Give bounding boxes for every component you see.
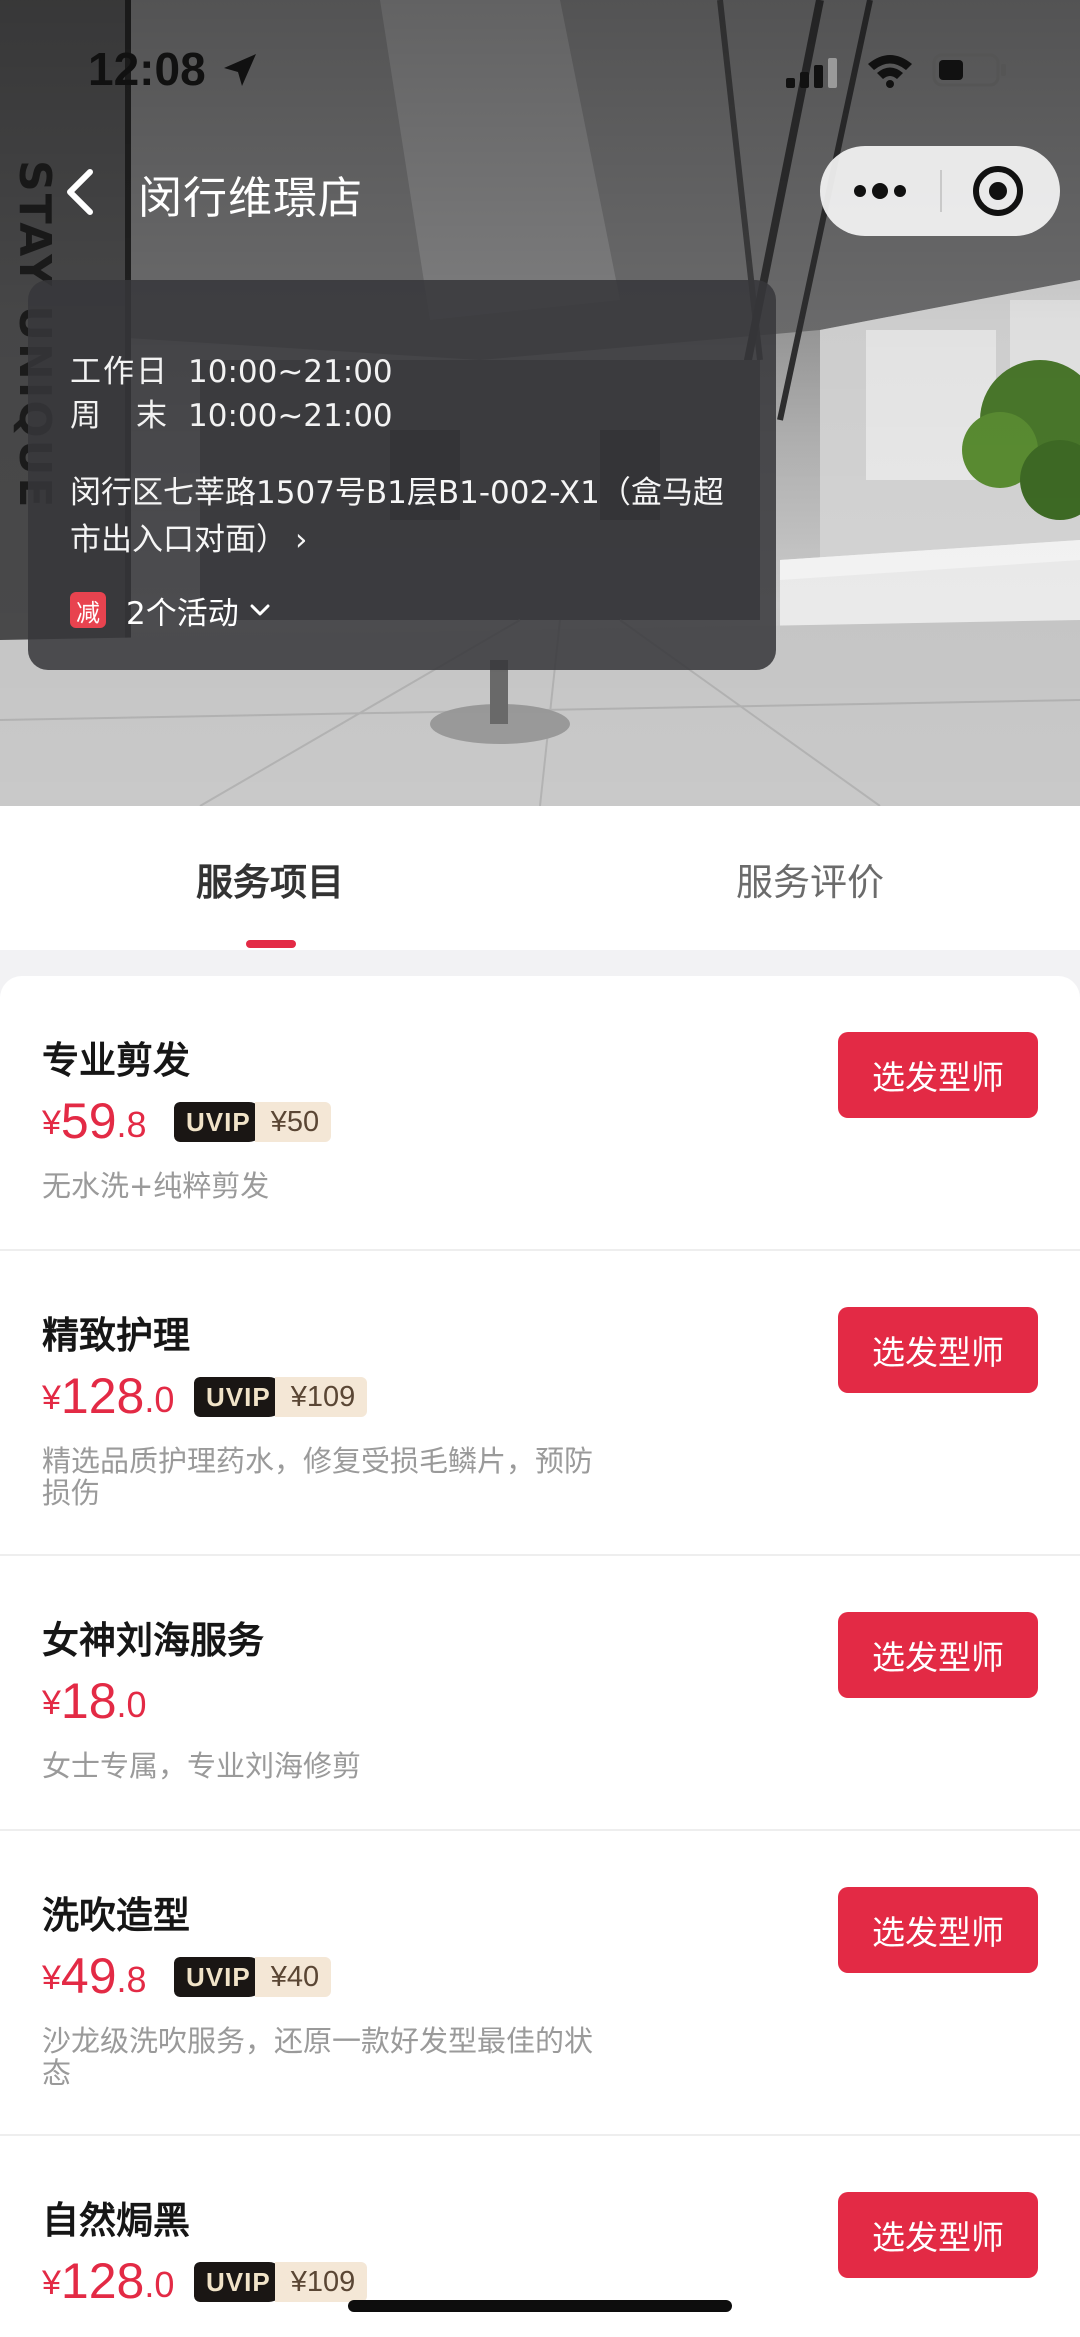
- uvip-tag: UVIP: [174, 1102, 263, 1142]
- service-name: 精致护理: [42, 1314, 190, 1357]
- chevron-right-icon: ›: [295, 522, 308, 558]
- service-price: ¥49.8: [42, 1948, 147, 2004]
- select-stylist-button[interactable]: 选发型师: [838, 2192, 1038, 2278]
- service-description: 沙龙级洗吹服务，还原一款好发型最佳的状态: [42, 2024, 594, 2090]
- service-item: 洗吹造型 ¥49.8 UVIP ¥40 沙龙级洗吹服务，还原一款好发型最佳的状态…: [0, 1831, 1080, 2136]
- promotions-count: 2个活动: [126, 595, 239, 632]
- home-indicator: [348, 2300, 732, 2312]
- more-dots-icon[interactable]: [820, 146, 940, 236]
- chevron-down-icon: [250, 604, 270, 616]
- hours-label: 工作日: [70, 354, 169, 390]
- target-close-icon[interactable]: [942, 146, 1060, 236]
- hours-weekday: 工作日 10:00~21:00: [70, 346, 393, 391]
- vip-price: ¥109: [274, 1377, 368, 1417]
- promotions-toggle[interactable]: 减 2个活动: [70, 588, 271, 632]
- select-stylist-button[interactable]: 选发型师: [838, 1612, 1038, 1698]
- active-tab-indicator: [246, 940, 296, 948]
- service-name: 专业剪发: [42, 1039, 190, 1082]
- hours-label: 末: [136, 398, 167, 434]
- service-price: ¥128.0: [42, 1368, 175, 1424]
- service-list: 专业剪发 ¥59.8 UVIP ¥50 无水洗+纯粹剪发 选发型师 精致护理 ¥…: [0, 976, 1080, 2337]
- service-name: 自然焗黑: [42, 2199, 190, 2242]
- cellular-signal-icon: [786, 58, 837, 88]
- hours-time: 10:00~21:00: [188, 398, 393, 434]
- tab-services[interactable]: 服务项目: [70, 852, 470, 906]
- store-info-card: 工作日 10:00~21:00 周末 10:00~21:00 闵行区七莘路1507号…: [28, 280, 776, 670]
- battery-icon: [932, 53, 1006, 87]
- select-stylist-button[interactable]: 选发型师: [838, 1032, 1038, 1118]
- page-title: 闵行维璟店: [138, 173, 363, 224]
- service-item: 精致护理 ¥128.0 UVIP ¥109 精选品质护理药水，修复受损毛鳞片，预…: [0, 1251, 1080, 1556]
- store-address-link[interactable]: 闵行区七莘路1507号B1层B1-002-X1（盒马超市出入口对面） ›: [70, 470, 750, 564]
- service-description: 无水洗+纯粹剪发: [42, 1169, 270, 1203]
- uvip-tag: UVIP: [174, 1957, 263, 1997]
- service-price: ¥59.8: [42, 1093, 147, 1149]
- service-description: 精选品质护理药水，修复受损毛鳞片，预防损伤: [42, 1444, 594, 1510]
- select-stylist-button[interactable]: 选发型师: [838, 1307, 1038, 1393]
- tab-reviews[interactable]: 服务评价: [610, 852, 1010, 906]
- status-time: 12:08: [88, 43, 206, 95]
- status-bar: 12:08: [0, 0, 1080, 140]
- hours-label: 周: [70, 398, 101, 434]
- hours-weekend: 周末 10:00~21:00: [70, 390, 393, 435]
- vip-price: ¥40: [254, 1957, 332, 1997]
- service-item: 女神刘海服务 ¥18.0 女士专属，专业刘海修剪 选发型师: [0, 1556, 1080, 1831]
- vip-price-badge: UVIP ¥109: [194, 2262, 368, 2302]
- back-button[interactable]: [52, 162, 112, 222]
- select-stylist-button[interactable]: 选发型师: [838, 1887, 1038, 1973]
- service-price: ¥128.0: [42, 2253, 175, 2309]
- service-name: 洗吹造型: [42, 1894, 190, 1937]
- location-arrow-icon: [224, 54, 256, 86]
- tab-bar: 服务项目 服务评价: [0, 806, 1080, 950]
- miniapp-capsule: [820, 146, 1060, 236]
- hours-time: 10:00~21:00: [188, 354, 393, 390]
- service-price: ¥18.0: [42, 1673, 147, 1729]
- service-item: 专业剪发 ¥59.8 UVIP ¥50 无水洗+纯粹剪发 选发型师: [0, 976, 1080, 1251]
- store-address: 闵行区七莘路1507号B1层B1-002-X1（盒马超市出入口对面）: [70, 475, 724, 558]
- wifi-icon: [868, 55, 912, 88]
- uvip-tag: UVIP: [194, 2262, 283, 2302]
- vip-price: ¥50: [254, 1102, 332, 1142]
- discount-badge: 减: [70, 592, 106, 628]
- service-description: 女士专属，专业刘海修剪: [42, 1749, 362, 1783]
- vip-price-badge: UVIP ¥109: [194, 1377, 368, 1417]
- uvip-tag: UVIP: [194, 1377, 283, 1417]
- service-name: 女神刘海服务: [42, 1619, 264, 1662]
- vip-price-badge: UVIP ¥50: [174, 1102, 332, 1142]
- vip-price-badge: UVIP ¥40: [174, 1957, 332, 1997]
- vip-price: ¥109: [274, 2262, 368, 2302]
